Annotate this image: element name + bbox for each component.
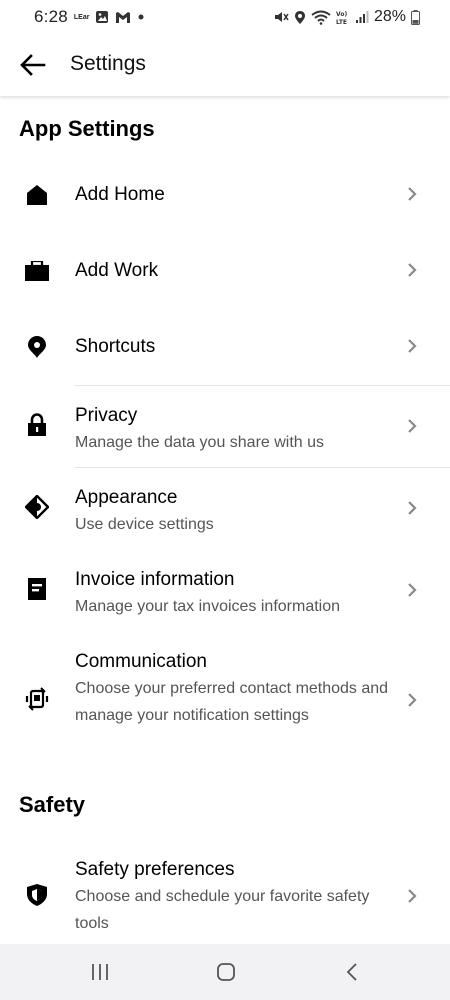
back-arrow-icon [20, 54, 46, 76]
settings-item-description: Choose and schedule your favorite safety… [75, 888, 370, 932]
invoice-icon [24, 576, 50, 602]
settings-item-label: Invoice information [75, 569, 235, 590]
page-title: Settings [70, 52, 146, 75]
settings-item-description: Choose your preferred contact methods an… [75, 680, 389, 724]
carrier-tag: LEar [73, 13, 90, 21]
home-button[interactable] [212, 958, 240, 986]
settings-item-label: Communication [75, 651, 207, 672]
chevron-right-icon [405, 184, 419, 204]
settings-item-add-home[interactable]: Add Home [0, 166, 450, 226]
battery-icon [411, 9, 420, 25]
settings-item-description: Manage your tax invoices information [75, 598, 341, 615]
communication-icon [24, 686, 50, 712]
svg-text:LTE: LTE [336, 19, 347, 25]
svg-text:Vo): Vo) [336, 11, 347, 18]
signal-icon [355, 10, 369, 24]
back-nav-button[interactable] [338, 958, 366, 986]
mute-icon [273, 10, 289, 24]
divider [75, 385, 450, 386]
settings-item-add-work[interactable]: Add Work [0, 242, 450, 302]
app-bar: Settings [0, 34, 450, 96]
battery-percent: 28% [373, 8, 406, 25]
settings-item-label: Appearance [75, 487, 178, 508]
section-title-safety: Safety [19, 792, 86, 817]
chevron-right-icon [405, 336, 419, 356]
settings-item-shortcuts[interactable]: Shortcuts [0, 318, 450, 378]
settings-item-label: Safety preferences [75, 859, 235, 880]
divider [75, 467, 450, 468]
notification-dot-icon [137, 13, 145, 21]
settings-item-label: Add Work [75, 260, 159, 281]
briefcase-icon [24, 258, 50, 284]
shield-icon [24, 882, 50, 908]
back-button[interactable] [18, 50, 48, 80]
chevron-right-icon [405, 886, 419, 906]
recent-apps-button[interactable] [86, 958, 114, 986]
chevron-right-icon [405, 416, 419, 436]
status-bar: 6:28 LEar Vo) LTE 28% [0, 0, 450, 34]
settings-item-label: Add Home [75, 184, 165, 205]
lock-icon [24, 412, 50, 438]
settings-item-privacy[interactable]: Privacy Manage the data you share with u… [0, 400, 450, 460]
settings-item-safety-preferences[interactable]: Safety preferences Choose and schedule y… [0, 854, 450, 938]
settings-item-label: Privacy [75, 405, 138, 426]
section-title-app-settings: App Settings [19, 116, 155, 141]
volte-icon: Vo) LTE [336, 10, 350, 25]
settings-item-invoice-information[interactable]: Invoice information Manage your tax invo… [0, 564, 450, 624]
chevron-right-icon [405, 690, 419, 710]
recent-apps-icon [92, 964, 108, 980]
home-nav-icon [217, 963, 235, 981]
back-nav-icon [346, 963, 357, 981]
settings-item-description: Use device settings [75, 516, 214, 533]
wifi-icon [311, 10, 331, 25]
home-icon [24, 182, 50, 208]
chevron-right-icon [405, 498, 419, 518]
gallery-notification-icon [95, 10, 109, 24]
status-time: 6:28 [34, 7, 68, 26]
chevron-right-icon [405, 580, 419, 600]
location-icon [294, 10, 306, 25]
settings-item-description: Manage the data you share with us [75, 434, 325, 451]
gmail-notification-icon [115, 11, 131, 24]
settings-item-communication[interactable]: Communication Choose your preferred cont… [0, 646, 450, 756]
chevron-right-icon [405, 260, 419, 280]
system-navigation-bar [0, 944, 450, 1000]
location-pin-icon [24, 334, 50, 360]
appearance-icon [24, 494, 50, 520]
settings-item-label: Shortcuts [75, 336, 156, 357]
settings-item-appearance[interactable]: Appearance Use device settings [0, 482, 450, 542]
